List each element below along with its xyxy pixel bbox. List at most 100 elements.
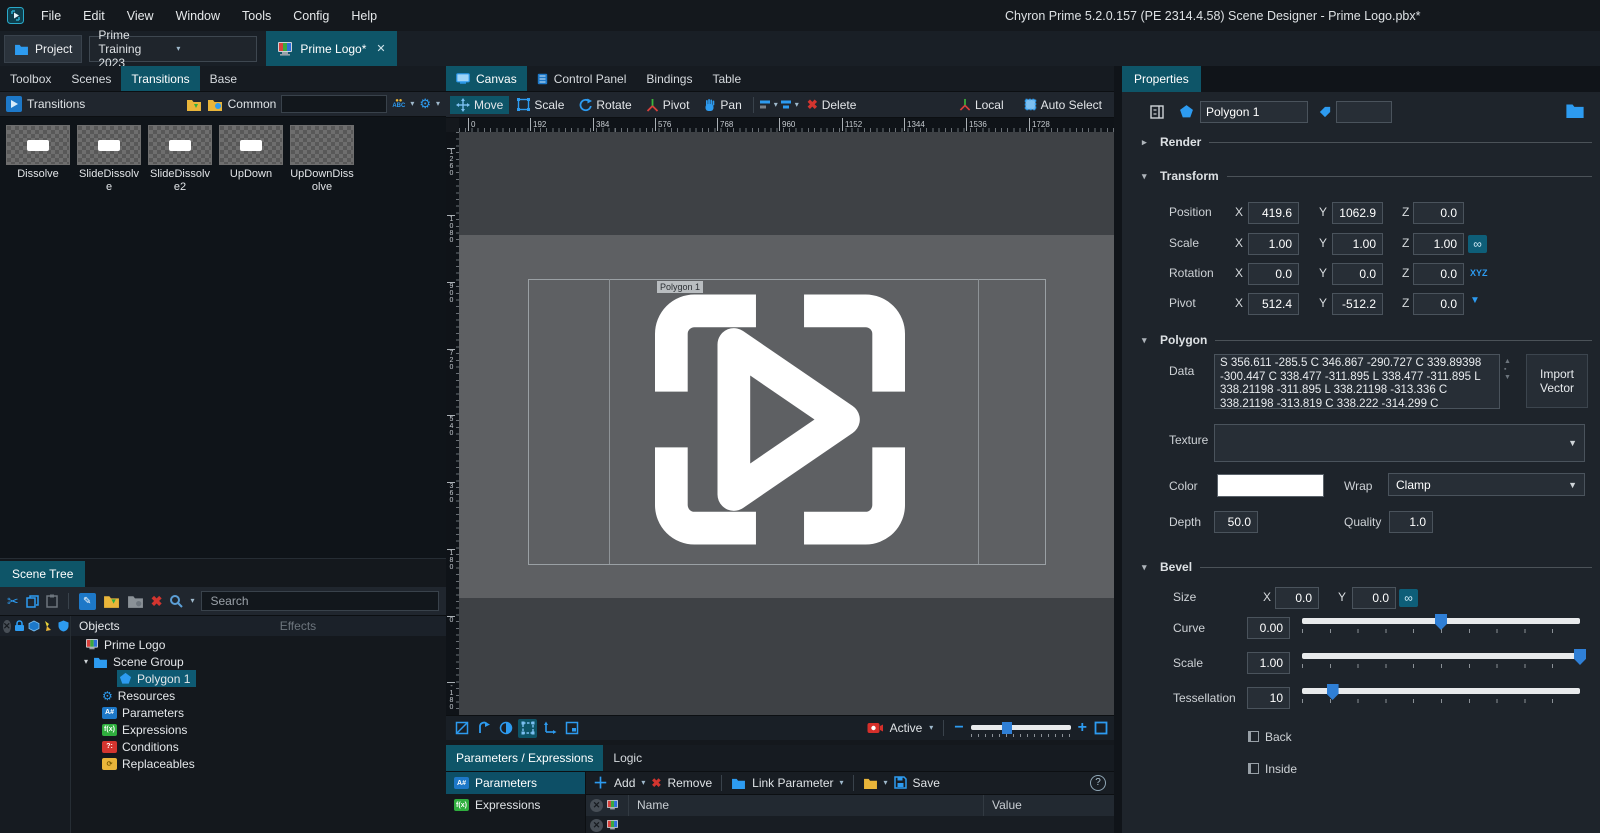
- chevron-down-icon[interactable]: ▾: [774, 101, 778, 109]
- remove-button[interactable]: Remove: [667, 776, 712, 790]
- expanded-caret-icon[interactable]: ▾: [1142, 171, 1152, 182]
- sort-abc-icon[interactable]: ●●ABC: [392, 99, 405, 109]
- collapsed-caret-icon[interactable]: ▸: [1142, 137, 1152, 148]
- column-value[interactable]: Value: [984, 795, 1114, 817]
- delete-icon[interactable]: ✖: [151, 593, 163, 610]
- tree-node-replaceables[interactable]: ⟳ Replaceables: [71, 755, 446, 772]
- tree-node-polygon[interactable]: Polygon 1: [71, 670, 446, 687]
- quality-field[interactable]: 1.0: [1389, 511, 1433, 533]
- slider-handle[interactable]: [1574, 649, 1586, 665]
- scale-link-icon[interactable]: ∞: [1468, 235, 1487, 253]
- section-bevel[interactable]: ▾ Bevel: [1142, 560, 1592, 574]
- project-selector[interactable]: Prime Training 2023 ▾: [89, 36, 257, 62]
- polygon-data-field[interactable]: S 356.611 -285.5 C 346.867 -290.727 C 33…: [1214, 354, 1500, 409]
- transitions-filter-input[interactable]: [281, 95, 387, 113]
- tab-table[interactable]: Table: [702, 66, 751, 91]
- tree-node-conditions[interactable]: ?: Conditions: [71, 738, 446, 755]
- active-channel-label[interactable]: Active: [890, 721, 923, 735]
- chevron-down-icon[interactable]: ▾: [884, 779, 888, 787]
- add-icon[interactable]: ＋: [593, 772, 608, 793]
- tree-node-prime-logo[interactable]: Prime Logo: [71, 636, 446, 653]
- copy-icon[interactable]: [26, 595, 39, 608]
- contrast-toggle-icon[interactable]: [496, 719, 515, 738]
- tree-node-resources[interactable]: ⚙ Resources: [71, 687, 446, 704]
- bevel-scale-field[interactable]: 1.00: [1247, 652, 1290, 674]
- pivot-x-field[interactable]: 512.4: [1248, 293, 1299, 315]
- effects-tab[interactable]: Effects: [280, 619, 316, 633]
- bevel-curve-slider[interactable]: [1302, 614, 1580, 634]
- pivot-preset-dropdown-icon[interactable]: ▼: [1470, 295, 1480, 306]
- tree-node-scene-group[interactable]: ▾ Scene Group: [71, 653, 446, 670]
- scale-z-field[interactable]: 1.00: [1413, 233, 1464, 255]
- bevel-tessellation-field[interactable]: 10: [1247, 687, 1290, 709]
- edit-pencil-icon[interactable]: ✎: [79, 593, 96, 610]
- position-x-field[interactable]: 419.6: [1248, 202, 1299, 224]
- bevel-size-link-icon[interactable]: ∞: [1399, 589, 1418, 607]
- tab-logic[interactable]: Logic: [603, 745, 652, 771]
- transition-item[interactable]: UpDown: [219, 125, 283, 181]
- rotation-x-field[interactable]: 0.0: [1248, 263, 1299, 285]
- settings-search-icon[interactable]: ⚙: [419, 96, 431, 112]
- chevron-down-icon[interactable]: ▾: [641, 779, 645, 787]
- chevron-down-icon[interactable]: ▾: [840, 779, 844, 787]
- align-vertical-icon[interactable]: [780, 99, 793, 111]
- bevel-tessellation-slider[interactable]: [1302, 684, 1580, 704]
- menu-file[interactable]: File: [30, 9, 72, 23]
- wrap-select[interactable]: Clamp ▼: [1388, 473, 1585, 496]
- tab-control-panel[interactable]: Control Panel: [527, 66, 637, 91]
- tab-properties[interactable]: Properties: [1122, 66, 1201, 92]
- wireframe-toggle-icon[interactable]: [452, 719, 471, 738]
- scale-tool-button[interactable]: Scale: [511, 96, 570, 114]
- project-button[interactable]: Project: [4, 35, 82, 63]
- import-folder-icon[interactable]: [186, 98, 202, 111]
- close-icon[interactable]: ✕: [373, 42, 385, 55]
- tree-node-parameters[interactable]: A# Parameters: [71, 704, 446, 721]
- tab-transitions[interactable]: Transitions: [121, 66, 199, 91]
- link-parameter-button[interactable]: Link Parameter: [752, 776, 833, 790]
- tab-toolbox[interactable]: Toolbox: [0, 66, 61, 91]
- transition-item[interactable]: SlideDissolve2: [148, 125, 212, 194]
- save-button[interactable]: Save: [913, 776, 940, 790]
- open-folder-icon[interactable]: [127, 594, 144, 608]
- bevel-back-checkbox[interactable]: [1248, 731, 1259, 742]
- depth-field[interactable]: 50.0: [1214, 511, 1258, 533]
- transition-item[interactable]: UpDownDissolve: [290, 125, 354, 194]
- zoom-in-icon[interactable]: +: [1078, 719, 1087, 737]
- pivot-tool-button[interactable]: Pivot: [640, 96, 696, 114]
- marquee-select-icon[interactable]: [518, 719, 537, 738]
- cut-icon[interactable]: ✂: [7, 593, 19, 610]
- safe-area-toggle-icon[interactable]: [562, 719, 581, 738]
- pivot-z-field[interactable]: 0.0: [1413, 293, 1464, 315]
- fit-view-icon[interactable]: [1094, 721, 1108, 735]
- folder-icon[interactable]: [863, 777, 878, 789]
- auto-select-toggle-button[interactable]: Auto Select: [1018, 96, 1108, 114]
- color-swatch[interactable]: [1217, 474, 1324, 497]
- local-toggle-button[interactable]: Local: [953, 96, 1010, 114]
- section-render[interactable]: ▸ Render: [1142, 135, 1592, 149]
- rotation-z-field[interactable]: 0.0: [1413, 263, 1464, 285]
- tab-scenes[interactable]: Scenes: [61, 66, 121, 91]
- common-folder-icon[interactable]: [207, 98, 223, 111]
- align-horizontal-icon[interactable]: [759, 99, 772, 111]
- paste-icon[interactable]: [46, 594, 58, 608]
- scale-x-field[interactable]: 1.00: [1248, 233, 1299, 255]
- tab-base[interactable]: Base: [200, 66, 247, 91]
- scale-y-field[interactable]: 1.00: [1332, 233, 1383, 255]
- bevel-inside-checkbox[interactable]: [1248, 763, 1259, 774]
- position-z-field[interactable]: 0.0: [1413, 202, 1464, 224]
- zoom-out-icon[interactable]: −: [954, 719, 963, 737]
- panel-toggle-icon[interactable]: [1150, 105, 1164, 119]
- expanded-caret-icon[interactable]: ▾: [1142, 335, 1152, 346]
- tab-parameters-expressions[interactable]: Parameters / Expressions: [446, 745, 603, 771]
- parameters-empty-row[interactable]: ✕: [586, 816, 1114, 833]
- menu-window[interactable]: Window: [165, 9, 231, 23]
- object-name-input[interactable]: [1200, 101, 1308, 123]
- bevel-scale-slider[interactable]: [1302, 649, 1580, 669]
- bevel-size-x-field[interactable]: 0.0: [1275, 587, 1319, 609]
- open-folder-icon[interactable]: [1565, 102, 1585, 118]
- slider-handle[interactable]: [1327, 684, 1339, 700]
- section-polygon[interactable]: ▾ Polygon: [1142, 333, 1592, 347]
- transition-item[interactable]: Dissolve: [6, 125, 70, 181]
- scene-tree-search-input[interactable]: [201, 591, 439, 611]
- search-filter-icon[interactable]: [169, 594, 183, 608]
